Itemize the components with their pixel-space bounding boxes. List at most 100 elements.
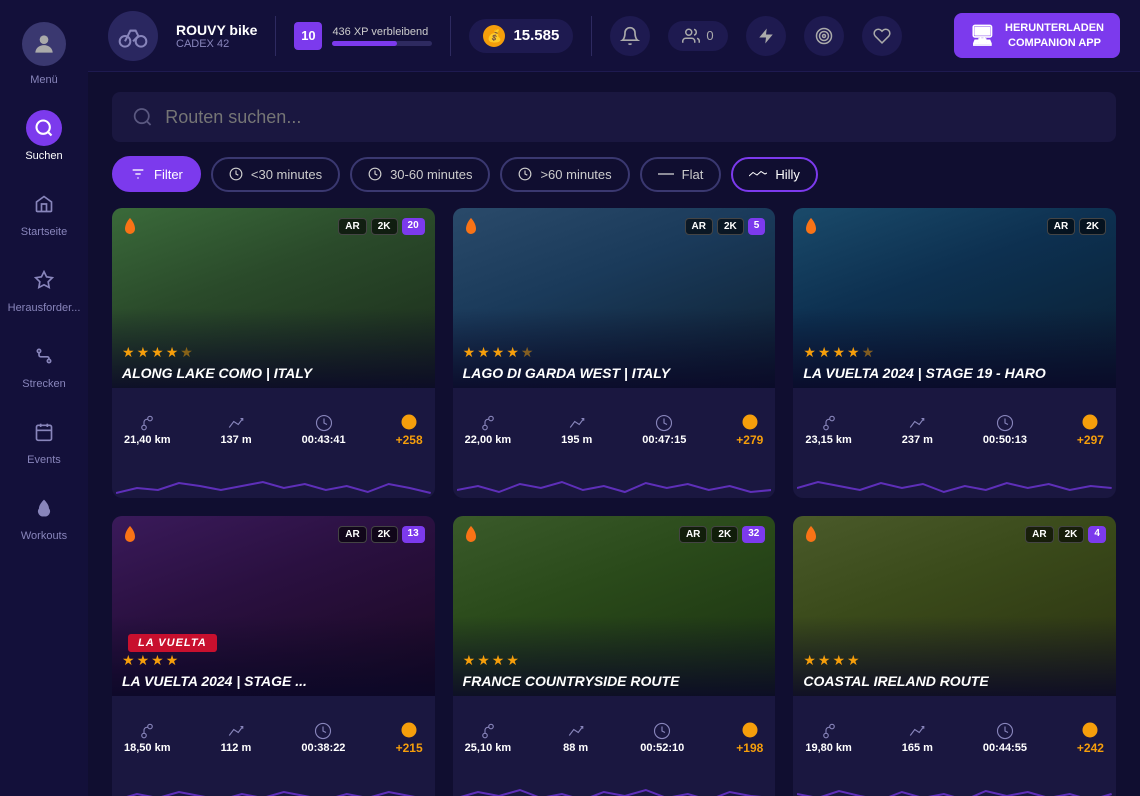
filter-hilly-button[interactable]: Hilly	[731, 157, 818, 192]
star: ★	[137, 344, 150, 361]
route-card[interactable]: AR2K ★★★★★ LA VUELTA 2024 | STAGE 19 - H…	[793, 208, 1116, 498]
card-image: AR2K20 ★★★★★ ALONG LAKE COMO | ITALY	[112, 208, 435, 388]
card-title: LA VUELTA 2024 | STAGE 19 - HARO	[803, 365, 1106, 382]
sidebar-item-menu[interactable]: Menü	[0, 10, 88, 98]
filter-hilly-label: Hilly	[775, 167, 800, 182]
sidebar-events-label: Events	[27, 454, 61, 466]
fire-badge	[803, 526, 819, 546]
filter-lt30-button[interactable]: <30 minutes	[211, 157, 340, 192]
target-button[interactable]	[804, 16, 844, 56]
star: ★	[137, 652, 150, 669]
bike-name: ROUVY bike	[176, 22, 257, 38]
friends-count: 0	[706, 28, 713, 43]
sidebar-item-workouts[interactable]: Workouts	[0, 478, 88, 554]
stat-elevation-value: 88 m	[563, 742, 588, 754]
card-badge: 2K	[371, 526, 398, 543]
card-stats: 19,80 km 165 m 00:44:55 +242	[793, 696, 1116, 776]
eta-icon	[653, 722, 671, 740]
fire-badge	[122, 526, 138, 546]
xp-coin-icon	[400, 721, 418, 739]
notification-button[interactable]	[610, 16, 650, 56]
sidebar-item-herausforder[interactable]: Herausforder...	[0, 250, 88, 326]
filter-3060-button[interactable]: 30-60 minutes	[350, 157, 490, 192]
wave-svg	[797, 776, 1112, 796]
stat-xp: +242	[1077, 721, 1104, 755]
stat-eta: 00:38:22	[301, 722, 345, 754]
bike-info: ROUVY bike CADEX 42	[176, 22, 257, 50]
card-badge: AR	[1025, 526, 1053, 543]
card-stats: 25,10 km 88 m 00:52:10 +198	[453, 696, 776, 776]
fire-badge	[803, 218, 819, 238]
filter-lt30-label: <30 minutes	[251, 167, 322, 182]
card-badge: 20	[402, 218, 425, 235]
star: ★	[122, 652, 135, 669]
fire-badge	[463, 526, 479, 546]
search-input[interactable]	[165, 107, 1096, 128]
star-half: ★	[180, 344, 193, 361]
card-badges: AR2K32	[679, 526, 765, 543]
card-stars: ★★★★	[122, 652, 425, 669]
sidebar-item-startseite[interactable]: Startseite	[0, 174, 88, 250]
route-card[interactable]: AR2K13 LA VUELTA ★★★★ LA VUELTA 2024 | S…	[112, 516, 435, 796]
filter-gt60-button[interactable]: >60 minutes	[500, 157, 629, 192]
bike-avatar	[108, 11, 158, 61]
star: ★	[166, 652, 179, 669]
card-badge: AR	[679, 526, 707, 543]
xp-coin-icon	[1081, 721, 1099, 739]
stat-eta: 00:52:10	[640, 722, 684, 754]
star: ★	[122, 344, 135, 361]
fire-badge	[463, 218, 479, 238]
star: ★	[492, 344, 505, 361]
xp-section: 10 436 XP verbleibend	[294, 22, 432, 50]
stat-xp: +279	[736, 413, 763, 447]
card-badge: 2K	[1079, 218, 1106, 235]
route-card[interactable]: AR2K32 ★★★★ FRANCE COUNTRYSIDE ROUTE 25,…	[453, 516, 776, 796]
star: ★	[832, 652, 845, 669]
star: ★	[818, 344, 831, 361]
card-wave	[453, 776, 776, 796]
wave-svg	[457, 776, 772, 796]
card-stars: ★★★★★	[463, 344, 766, 361]
filter-flat-button[interactable]: Flat	[640, 157, 722, 192]
stat-xp: +258	[396, 413, 423, 447]
card-badge: AR	[338, 526, 366, 543]
lightning-button[interactable]	[746, 16, 786, 56]
card-stats: 22,00 km 195 m 00:47:15 +279	[453, 388, 776, 468]
route-card[interactable]: AR2K5 ★★★★★ LAGO DI GARDA WEST | ITALY 2…	[453, 208, 776, 498]
stat-distance-value: 18,50 km	[124, 742, 170, 754]
coins-amount: 15.585	[513, 27, 559, 44]
heart-button[interactable]	[862, 16, 902, 56]
stat-xp-value: +279	[736, 433, 763, 447]
card-image: AR2K5 ★★★★★ LAGO DI GARDA WEST | ITALY	[453, 208, 776, 388]
fire-badge	[122, 218, 138, 238]
stat-distance: 21,40 km	[124, 414, 170, 446]
sidebar-item-suchen[interactable]: Suchen	[0, 98, 88, 174]
card-wave	[112, 776, 435, 796]
card-badges: AR2K	[1047, 218, 1106, 235]
star: ★	[166, 344, 179, 361]
xp-fill	[332, 41, 397, 46]
download-companion-button[interactable]: 🖥 HERUNTERLADEN COMPANION APP	[954, 13, 1120, 58]
star: ★	[832, 344, 845, 361]
sidebar-item-events[interactable]: Events	[0, 402, 88, 478]
star: ★	[803, 344, 816, 361]
sidebar: Menü Suchen Startseite Herausforder...	[0, 0, 88, 796]
stat-elevation: 237 m	[902, 414, 933, 446]
distance-icon	[138, 722, 156, 740]
elevation-icon	[568, 414, 586, 432]
xp-coin-icon	[1081, 413, 1099, 431]
elevation-icon	[908, 722, 926, 740]
stat-elevation: 165 m	[902, 722, 933, 754]
eta-icon	[996, 722, 1014, 740]
star: ★	[477, 344, 490, 361]
card-wave	[793, 468, 1116, 498]
cards-grid: AR2K20 ★★★★★ ALONG LAKE COMO | ITALY 21,…	[112, 208, 1116, 796]
friends-button[interactable]: 0	[668, 21, 727, 51]
xp-coin-icon	[741, 721, 759, 739]
route-card[interactable]: AR2K20 ★★★★★ ALONG LAKE COMO | ITALY 21,…	[112, 208, 435, 498]
card-title-area: ★★★★ COASTAL IRELAND ROUTE	[793, 644, 1116, 696]
filter-button[interactable]: Filter	[112, 156, 201, 192]
card-stars: ★★★★★	[803, 344, 1106, 361]
sidebar-item-strecken[interactable]: Strecken	[0, 326, 88, 402]
route-card[interactable]: AR2K4 ★★★★ COASTAL IRELAND ROUTE 19,80 k…	[793, 516, 1116, 796]
